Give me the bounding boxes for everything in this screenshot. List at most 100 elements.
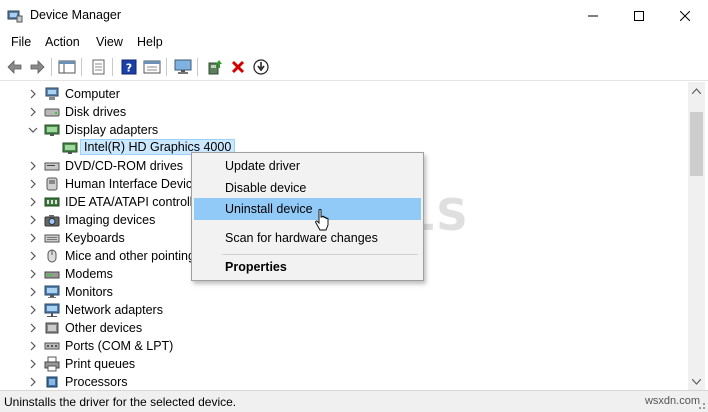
monitor-icon [174, 59, 192, 74]
tree-item-label: Ports (COM & LPT) [65, 339, 174, 353]
context-disable-device[interactable]: Disable device [194, 177, 421, 199]
tree-category-item[interactable]: Disk drives [0, 103, 688, 121]
tree-item-label: Network adapters [65, 303, 163, 317]
maximize-button[interactable] [616, 0, 662, 31]
close-button[interactable] [662, 0, 708, 31]
chevron-right-icon[interactable] [28, 359, 38, 369]
status-bar: Uninstalls the driver for the selected d… [0, 390, 708, 412]
processor-icon [46, 376, 58, 388]
tree-item-label: Keyboards [65, 231, 125, 245]
menu-help[interactable]: Help [137, 35, 163, 49]
show-hide-icon [58, 60, 76, 74]
tree-item-label: Other devices [65, 321, 143, 335]
tree-item-label: Display adapters [65, 123, 159, 137]
scroll-up-button[interactable] [688, 82, 705, 99]
tree-item-label: Print queues [65, 357, 136, 371]
tree-category-item[interactable]: Ports (COM & LPT) [0, 337, 688, 355]
menu-action[interactable]: Action [45, 35, 80, 49]
context-update-driver[interactable]: Update driver [194, 155, 421, 177]
context-scan-hardware[interactable]: Scan for hardware changes [194, 227, 421, 249]
chevron-right-icon[interactable] [28, 323, 38, 333]
chevron-right-icon[interactable] [28, 377, 38, 387]
disk-icon [44, 108, 60, 117]
resize-grip-icon[interactable] [694, 398, 706, 410]
minimize-button[interactable] [570, 0, 616, 31]
close-icon [680, 10, 690, 21]
tree-item-label: IDE ATA/ATAPI controlle [65, 195, 200, 209]
tree-item-label: Imaging devices [65, 213, 156, 227]
tree-item-label: Processors [65, 375, 128, 389]
tree-item-label: Modems [65, 267, 113, 281]
other-devices-icon [45, 322, 59, 334]
chevron-right-icon[interactable] [28, 89, 38, 99]
toolbar-separator [197, 58, 198, 76]
chevron-right-icon[interactable] [28, 233, 38, 243]
chevron-right-icon[interactable] [28, 269, 38, 279]
download-button[interactable] [251, 57, 271, 77]
update-driver-button[interactable] [205, 57, 225, 77]
tree-category-item[interactable]: Monitors [0, 283, 688, 301]
toolbar-separator [81, 58, 82, 76]
chevron-right-icon[interactable] [28, 287, 38, 297]
tree-category-item[interactable]: Display adapters [0, 121, 688, 139]
context-uninstall-device[interactable]: Uninstall device [194, 198, 421, 220]
chevron-down-icon [692, 378, 701, 385]
details-button[interactable] [142, 57, 162, 77]
properties-icon [92, 59, 105, 75]
show-hide-button[interactable] [57, 57, 77, 77]
context-menu: Update driver Disable device Uninstall d… [191, 152, 424, 281]
title-bar: Device Manager [0, 0, 708, 31]
chevron-right-icon[interactable] [28, 197, 38, 207]
vertical-scrollbar[interactable] [688, 82, 705, 390]
tree-item-label: Disk drives [65, 105, 127, 119]
menu-view[interactable]: View [96, 35, 123, 49]
forward-button[interactable] [27, 57, 47, 77]
toolbar-separator [166, 58, 167, 76]
network-icon [44, 303, 60, 317]
context-properties[interactable]: Properties [194, 256, 421, 278]
context-separator [222, 254, 418, 255]
download-icon [253, 59, 269, 75]
camera-icon [44, 215, 60, 227]
computer-icon [45, 87, 59, 100]
device-manager-icon [7, 10, 23, 23]
status-text: Uninstalls the driver for the selected d… [4, 395, 237, 409]
mouse-cursor-icon [315, 209, 329, 231]
tree-item-label: Human Interface Device [65, 177, 200, 191]
chevron-right-icon[interactable] [28, 179, 38, 189]
dvd-icon [44, 162, 60, 171]
uninstall-device-button[interactable] [228, 57, 248, 77]
scroll-thumb[interactable] [690, 112, 703, 176]
minimize-icon [588, 15, 598, 16]
tree-category-item[interactable]: Computer [0, 85, 688, 103]
modem-icon [44, 271, 60, 279]
scan-hardware-button[interactable] [173, 57, 193, 77]
back-button[interactable] [5, 57, 25, 77]
chevron-down-icon[interactable] [28, 125, 38, 135]
tree-item-label: Computer [65, 87, 120, 101]
toolbar-separator [112, 58, 113, 76]
chevron-right-icon[interactable] [28, 107, 38, 117]
chevron-right-icon[interactable] [28, 305, 38, 315]
printer-icon [44, 356, 60, 372]
tree-category-item[interactable]: Print queues [0, 355, 688, 373]
display-icon [44, 124, 60, 136]
chevron-right-icon[interactable] [28, 251, 38, 261]
tree-category-item[interactable]: Other devices [0, 319, 688, 337]
tree-item-label: DVD/CD-ROM drives [65, 159, 184, 173]
keyboard-icon [44, 234, 60, 243]
help-button[interactable]: ? [119, 57, 139, 77]
menu-file[interactable]: File [11, 35, 31, 49]
scroll-down-button[interactable] [688, 373, 705, 390]
details-icon [143, 60, 161, 74]
chevron-right-icon[interactable] [28, 341, 38, 351]
chevron-right-icon[interactable] [28, 161, 38, 171]
menu-bar: File Action View Help [0, 31, 708, 53]
tree-category-item[interactable]: Processors [0, 373, 688, 390]
hid-icon [46, 177, 58, 191]
monitor-icon [44, 285, 60, 298]
toolbar-separator [51, 58, 52, 76]
chevron-right-icon[interactable] [28, 215, 38, 225]
tree-category-item[interactable]: Network adapters [0, 301, 688, 319]
properties-button[interactable] [88, 57, 108, 77]
